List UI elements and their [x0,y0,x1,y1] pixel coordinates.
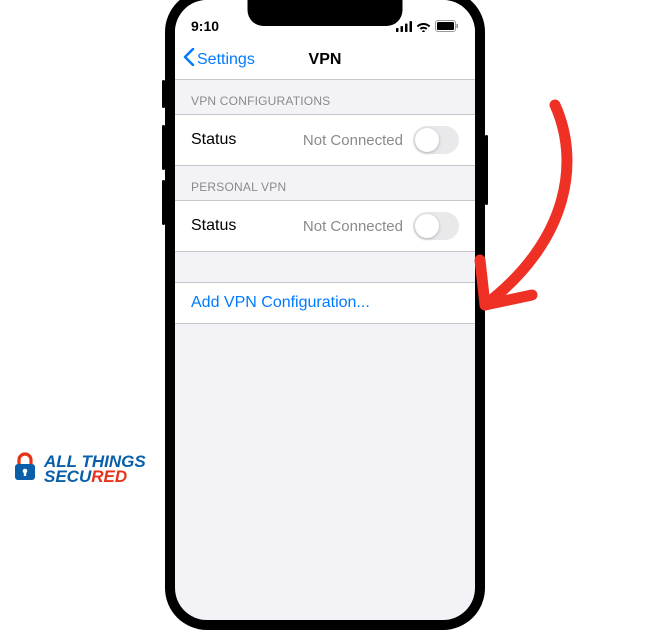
add-vpn-configuration-button[interactable]: Add VPN Configuration... [175,282,475,324]
section-header-personal-vpn: PERSONAL VPN [175,166,475,200]
battery-icon [435,20,459,32]
notch [248,0,403,26]
wifi-icon [416,21,431,32]
status-time: 9:10 [191,18,251,34]
status-row-vpn-configurations: Status Not Connected [175,114,475,166]
mute-switch [162,80,165,108]
cellular-signal-icon [396,21,412,32]
toggle-knob [415,214,439,238]
logo-text-line2: SECURED [44,470,146,484]
chevron-left-icon [183,48,195,71]
personal-vpn-status-toggle[interactable] [413,212,459,240]
phone-frame: 9:10 Settings VPN [165,0,485,630]
power-button [485,135,488,205]
volume-up-button [162,125,165,170]
back-label: Settings [197,51,255,69]
brand-logo: ALL THINGS SECURED [12,451,146,488]
volume-down-button [162,180,165,225]
navigation-bar: Settings VPN [175,40,475,80]
toggle-knob [415,128,439,152]
status-label: Status [191,131,236,149]
vpn-status-toggle[interactable] [413,126,459,154]
status-value: Not Connected [303,132,403,149]
back-button[interactable]: Settings [183,48,255,71]
status-value: Not Connected [303,218,403,235]
section-header-vpn-configurations: VPN CONFIGURATIONS [175,80,475,114]
lock-icon [12,451,38,488]
status-row-personal-vpn: Status Not Connected [175,200,475,252]
status-label: Status [191,217,236,235]
